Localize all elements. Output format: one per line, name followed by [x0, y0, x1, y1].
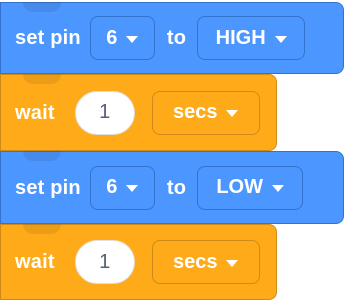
script-canvas: set pin 6 to HIGH wait 1 secs set pin 6 …: [0, 0, 358, 302]
block-notch: [23, 74, 61, 84]
chevron-down-icon: [226, 259, 239, 267]
wait-duration-value: 1: [99, 101, 111, 123]
set-pin-block-2[interactable]: set pin 6 to LOW: [0, 151, 344, 224]
wait-duration-input[interactable]: 1: [74, 90, 135, 135]
set-pin-label: set pin: [15, 176, 81, 199]
pin-value: 6: [106, 176, 118, 198]
wait-block-2[interactable]: wait 1 secs: [0, 224, 277, 300]
pin-dropdown[interactable]: 6: [89, 165, 155, 210]
level-value: LOW: [216, 176, 263, 198]
wait-duration-input[interactable]: 1: [74, 240, 135, 284]
level-dropdown[interactable]: HIGH: [197, 16, 306, 60]
set-pin-block-1[interactable]: set pin 6 to HIGH: [0, 2, 344, 74]
time-unit-value: secs: [172, 101, 218, 123]
chevron-down-icon: [126, 185, 139, 192]
time-unit-value: secs: [172, 250, 218, 273]
chevron-down-icon: [226, 110, 239, 117]
block-notch: [23, 224, 61, 234]
level-value: HIGH: [215, 26, 266, 49]
level-dropdown[interactable]: LOW: [197, 165, 304, 210]
wait-label: wait: [15, 101, 55, 124]
pin-value: 6: [106, 26, 118, 49]
time-unit-dropdown[interactable]: secs: [151, 90, 260, 135]
block-notch: [23, 2, 61, 12]
time-unit-dropdown[interactable]: secs: [151, 240, 260, 284]
wait-block-1[interactable]: wait 1 secs: [0, 74, 277, 151]
set-pin-label: set pin: [15, 27, 81, 49]
chevron-down-icon: [271, 185, 284, 192]
wait-label: wait: [15, 251, 55, 273]
chevron-down-icon: [126, 35, 139, 43]
chevron-down-icon: [274, 35, 287, 43]
to-label: to: [166, 27, 187, 49]
to-label: to: [166, 176, 187, 199]
wait-duration-value: 1: [99, 250, 111, 273]
block-notch: [23, 151, 61, 161]
pin-dropdown[interactable]: 6: [89, 16, 155, 60]
